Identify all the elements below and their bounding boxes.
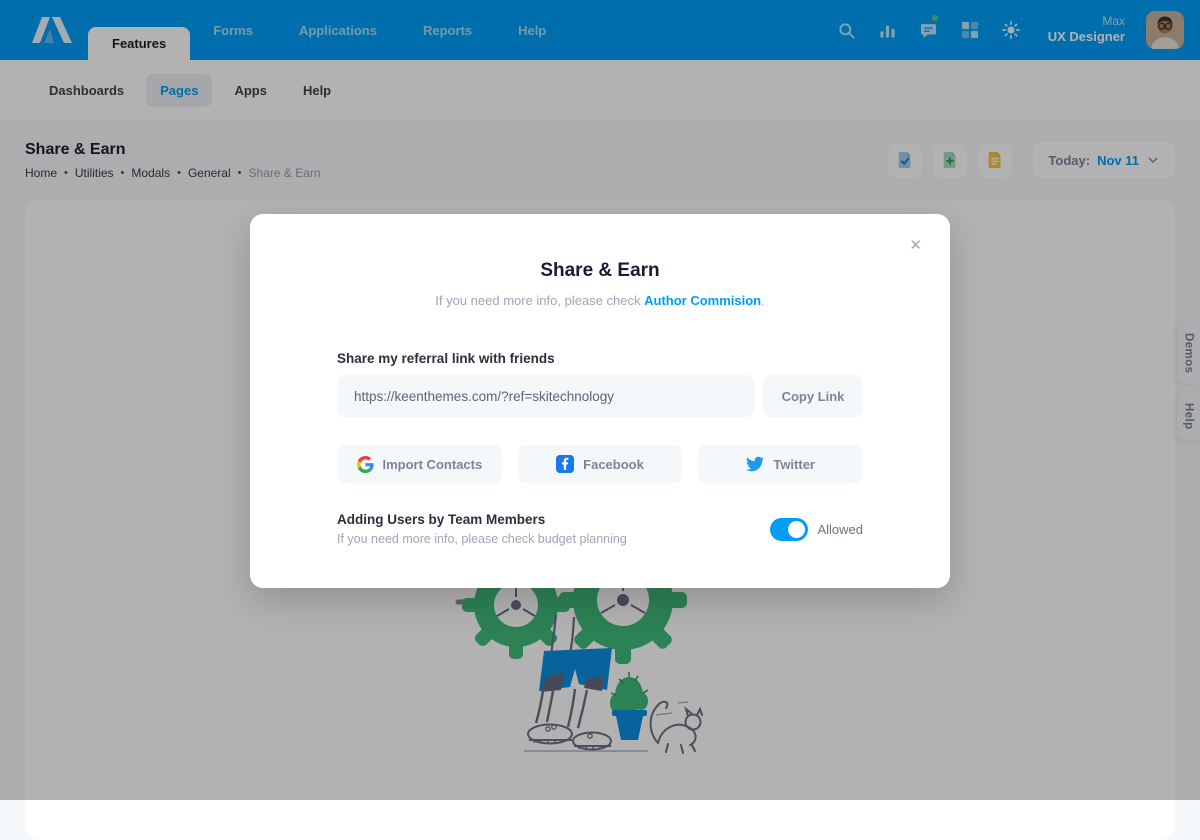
team-members-subtitle: If you need more info, please check budg… [337, 532, 627, 546]
modal-subtitle: If you need more info, please check Auth… [337, 293, 863, 308]
referral-link-input[interactable] [337, 375, 755, 417]
allowed-toggle[interactable] [770, 518, 808, 541]
modal-subtitle-text: If you need more info, please check [435, 293, 644, 308]
toggle-knob [788, 521, 805, 538]
button-label: Twitter [773, 457, 815, 472]
referral-link-label: Share my referral link with friends [337, 351, 863, 366]
button-label: Facebook [583, 457, 644, 472]
google-icon [357, 456, 374, 473]
modal-subtitle-period: . [761, 293, 765, 308]
toggle-group: Allowed [770, 518, 863, 541]
import-contacts-button[interactable]: Import Contacts [337, 445, 502, 483]
app-root: Features Forms Applications Reports Help [0, 0, 1200, 800]
close-icon[interactable]: ✕ [909, 238, 922, 253]
share-earn-modal: ✕ Share & Earn If you need more info, pl… [250, 214, 950, 588]
modal-title: Share & Earn [337, 260, 863, 282]
referral-row: Copy Link [337, 375, 863, 417]
button-label: Import Contacts [383, 457, 483, 472]
twitter-button[interactable]: Twitter [698, 445, 863, 483]
facebook-icon [556, 455, 574, 473]
team-members-text: Adding Users by Team Members If you need… [337, 512, 627, 546]
team-members-title: Adding Users by Team Members [337, 512, 627, 527]
facebook-button[interactable]: Facebook [518, 445, 683, 483]
team-members-row: Adding Users by Team Members If you need… [337, 512, 863, 546]
copy-link-button[interactable]: Copy Link [763, 375, 863, 417]
toggle-state-label: Allowed [817, 522, 863, 537]
twitter-icon [746, 455, 764, 473]
social-buttons-row: Import Contacts Facebook Twitter [337, 445, 863, 483]
author-commision-link[interactable]: Author Commision [644, 293, 761, 308]
